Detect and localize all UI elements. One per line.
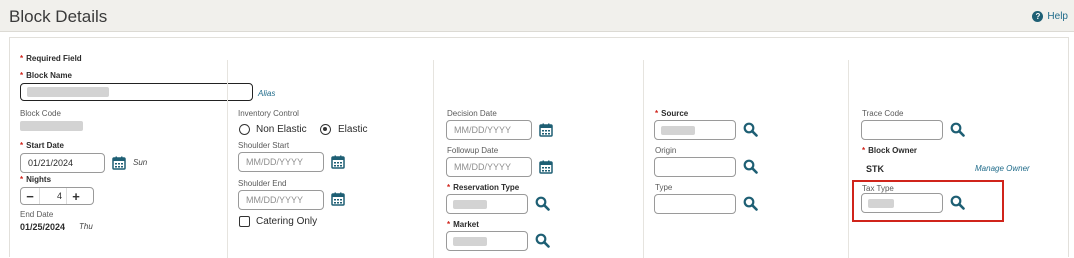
start-date-label: * Start Date bbox=[20, 141, 64, 150]
search-icon[interactable] bbox=[535, 196, 550, 211]
help-icon: ? bbox=[1032, 11, 1044, 22]
start-date-input[interactable]: 01/21/2024 bbox=[20, 153, 105, 173]
alias-link[interactable]: Alias bbox=[258, 89, 275, 98]
search-icon[interactable] bbox=[743, 122, 758, 137]
radio-non-elastic-label[interactable]: Non Elastic bbox=[256, 124, 307, 135]
radio-elastic-label[interactable]: Elastic bbox=[338, 124, 367, 135]
catering-only-checkbox[interactable] bbox=[239, 216, 250, 227]
column-divider bbox=[848, 60, 849, 258]
search-icon[interactable] bbox=[950, 122, 965, 137]
required-field-legend: * Required Field bbox=[20, 54, 82, 63]
followup-date-label: Followup Date bbox=[447, 146, 499, 155]
block-owner-label: * Block Owner bbox=[862, 146, 918, 155]
nights-decrement-button[interactable]: − bbox=[21, 188, 39, 204]
manage-owner-link[interactable]: Manage Owner bbox=[975, 164, 1030, 173]
column-divider bbox=[643, 60, 644, 258]
calendar-icon[interactable] bbox=[539, 160, 553, 174]
reservation-type-input[interactable] bbox=[446, 194, 528, 214]
shoulder-start-input[interactable]: MM/DD/YYYY bbox=[238, 152, 324, 172]
column-divider bbox=[227, 60, 228, 258]
shoulder-end-label: Shoulder End bbox=[238, 179, 287, 188]
trace-code-label: Trace Code bbox=[862, 109, 904, 118]
shoulder-start-label: Shoulder Start bbox=[238, 141, 290, 150]
help-link[interactable]: ? Help bbox=[1032, 11, 1068, 22]
end-date-day: Thu bbox=[79, 222, 93, 231]
origin-input[interactable] bbox=[654, 157, 736, 177]
catering-only-label[interactable]: Catering Only bbox=[256, 216, 317, 227]
nights-label: * Nights bbox=[20, 175, 52, 184]
decision-date-label: Decision Date bbox=[447, 109, 497, 118]
calendar-icon[interactable] bbox=[331, 155, 345, 169]
radio-non-elastic[interactable] bbox=[239, 124, 250, 135]
calendar-icon[interactable] bbox=[539, 123, 553, 137]
end-date-label: End Date bbox=[20, 210, 54, 219]
tax-type-highlight-box bbox=[852, 180, 1004, 222]
market-label: * Market bbox=[447, 220, 479, 229]
market-input[interactable] bbox=[446, 231, 528, 251]
followup-date-input[interactable]: MM/DD/YYYY bbox=[446, 157, 532, 177]
decision-date-input[interactable]: MM/DD/YYYY bbox=[446, 120, 532, 140]
calendar-icon[interactable] bbox=[112, 156, 126, 170]
search-icon[interactable] bbox=[743, 159, 758, 174]
nights-stepper[interactable]: − 4 + bbox=[20, 187, 94, 205]
block-owner-value: STK bbox=[866, 164, 884, 174]
block-code-value bbox=[20, 121, 83, 131]
calendar-icon[interactable] bbox=[331, 192, 345, 206]
help-label: Help bbox=[1047, 11, 1068, 22]
block-name-label: * Block Name bbox=[20, 71, 72, 80]
reservation-type-label: * Reservation Type bbox=[447, 183, 520, 192]
radio-elastic[interactable] bbox=[320, 124, 331, 135]
source-label: * Source bbox=[655, 109, 689, 118]
block-name-input[interactable] bbox=[20, 83, 253, 101]
end-date-value: 01/25/2024 bbox=[20, 222, 66, 232]
block-code-label: Block Code bbox=[20, 109, 61, 118]
trace-code-input[interactable] bbox=[861, 120, 943, 140]
header-bar: Block Details ? Help bbox=[0, 0, 1074, 32]
search-icon[interactable] bbox=[743, 196, 758, 211]
start-date-day: Sun bbox=[133, 158, 148, 167]
shoulder-end-input[interactable]: MM/DD/YYYY bbox=[238, 190, 324, 210]
column-divider bbox=[433, 60, 434, 258]
nights-value[interactable]: 4 bbox=[39, 188, 67, 204]
type-label: Type bbox=[655, 183, 673, 192]
page-title: Block Details bbox=[9, 7, 108, 26]
inventory-control-label: Inventory Control bbox=[238, 109, 299, 118]
source-input[interactable] bbox=[654, 120, 736, 140]
type-input[interactable] bbox=[654, 194, 736, 214]
nights-increment-button[interactable]: + bbox=[67, 188, 85, 204]
search-icon[interactable] bbox=[535, 233, 550, 248]
origin-label: Origin bbox=[655, 146, 677, 155]
